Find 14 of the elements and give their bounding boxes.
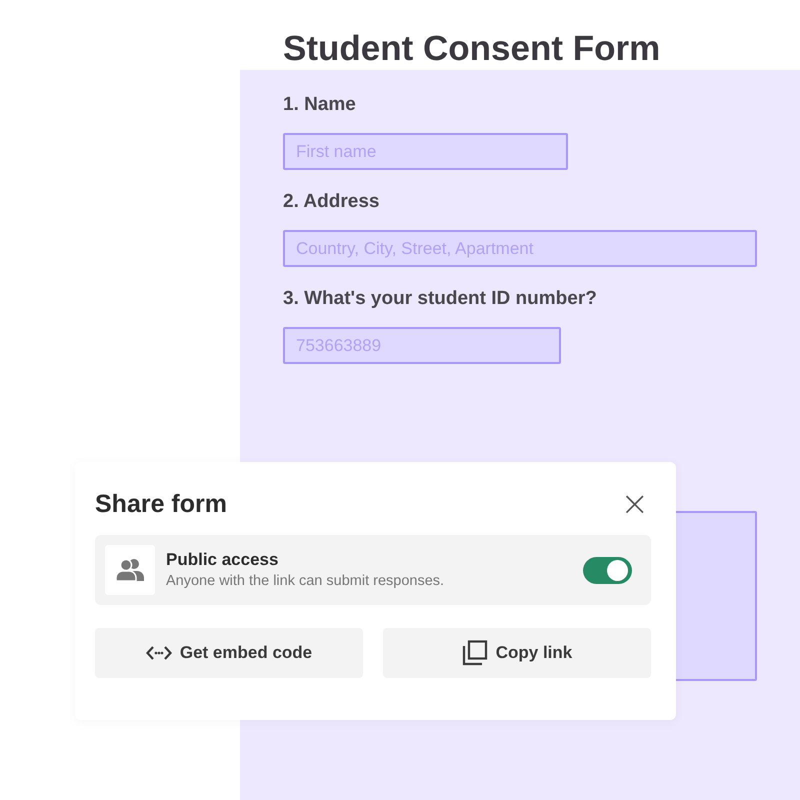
question-label: 3. What's your student ID number?	[283, 287, 597, 311]
form-title: Student Consent Form	[283, 30, 660, 68]
people-icon	[105, 545, 155, 595]
embed-code-button[interactable]: Get embed code	[95, 628, 363, 678]
toggle-switch[interactable]	[583, 556, 632, 584]
code-icon	[146, 645, 172, 661]
question-label: 1. Name	[283, 93, 356, 117]
access-title: Public access	[166, 549, 280, 571]
close-button[interactable]: ×	[618, 489, 651, 519]
copy-icon	[462, 640, 488, 666]
copy-link-button[interactable]: Copy link	[383, 628, 651, 678]
question-label: 2. Address	[283, 190, 380, 214]
dialog-title: Share form	[95, 490, 227, 518]
access-description: Anyone with the link can submit responses.	[166, 572, 446, 591]
